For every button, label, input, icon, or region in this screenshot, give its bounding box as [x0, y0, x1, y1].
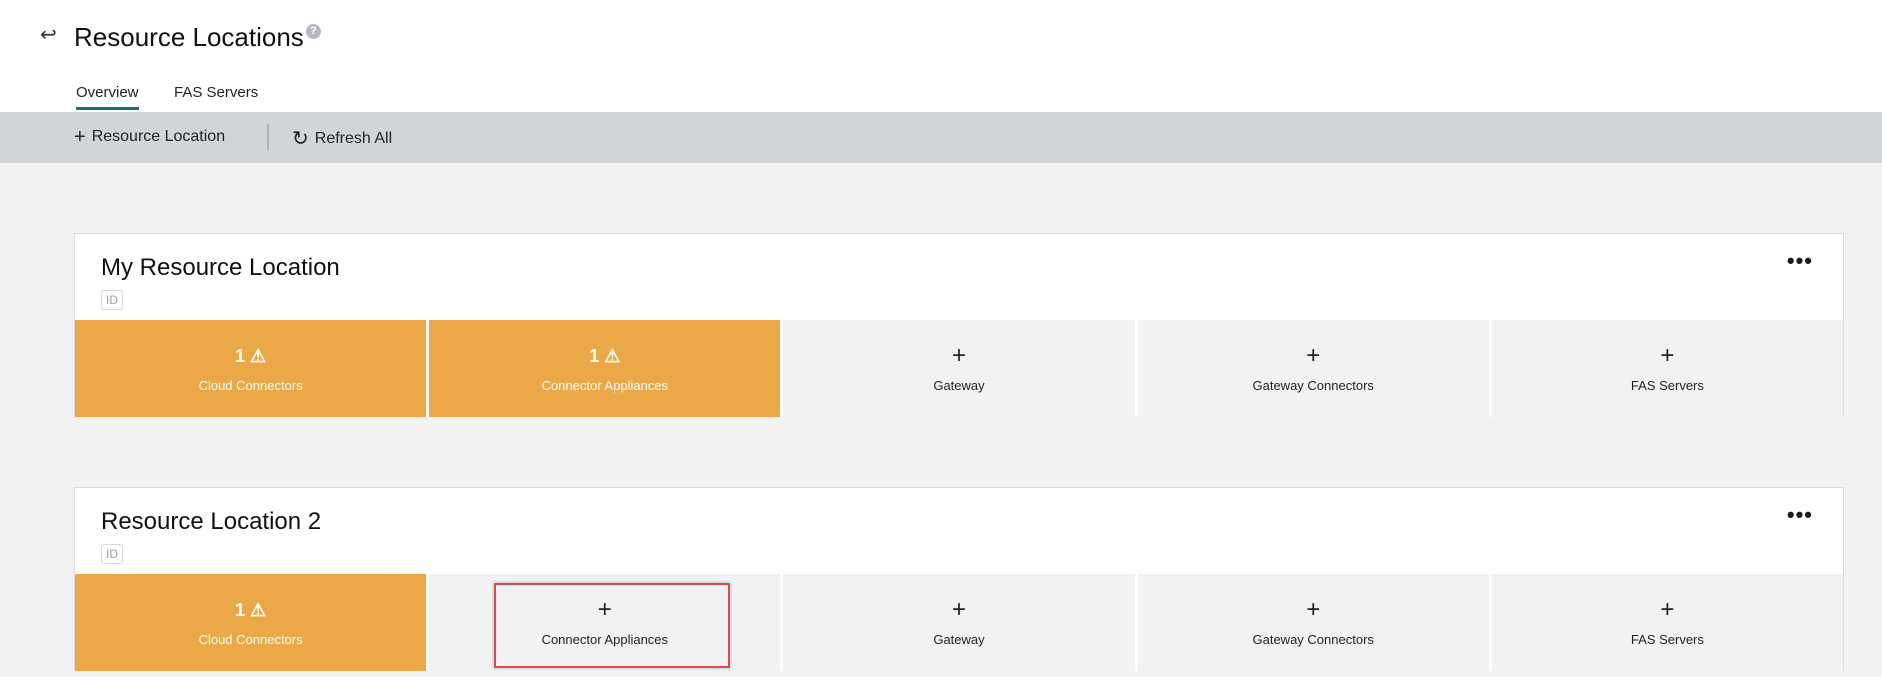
tile-cloud-connectors[interactable]: 1 ⚠ Cloud Connectors [75, 320, 427, 417]
tile-gateway[interactable]: + Gateway [783, 320, 1135, 417]
highlight-box [494, 583, 730, 668]
toolbar-divider [267, 124, 269, 150]
resource-location-card: Resource Location 2 ID ••• 1 ⚠ Cloud Conn… [74, 487, 1844, 671]
tiles: 1 ⚠ Cloud Connectors + Connector Appliance… [75, 574, 1844, 671]
tile-label: Gateway Connectors [1252, 378, 1374, 393]
tile-label: Gateway Connectors [1252, 632, 1374, 647]
tile-gateway-connectors[interactable]: + Gateway Connectors [1137, 574, 1489, 671]
plus-icon: + [952, 596, 967, 623]
tile-count: 1 ⚠ [235, 600, 267, 620]
location-name: My Resource Location [101, 254, 340, 281]
tile-fas-servers[interactable]: + FAS Servers [1491, 320, 1844, 417]
tile-count: 1 ⚠ [235, 346, 267, 366]
add-label: Resource Location [91, 128, 226, 145]
tile-count: 1 ⚠ [589, 346, 621, 366]
tile-label: FAS Servers [1630, 632, 1704, 647]
tile-label: Gateway [933, 378, 985, 393]
refresh-label: Refresh All [314, 130, 393, 147]
tile-label: Connector Appliances [541, 378, 669, 393]
plus-icon: + [1660, 596, 1675, 623]
plus-icon: + [1660, 342, 1675, 369]
page-title: Resource Locations? [74, 22, 321, 53]
location-name: Resource Location 2 [101, 508, 322, 535]
page-header: ↩ Resource Locations? Overview FAS Serve… [0, 0, 1882, 112]
more-options-icon[interactable]: ••• [1787, 248, 1813, 274]
add-resource-location-button[interactable]: + Resource Location [74, 126, 225, 149]
back-arrow-icon[interactable]: ↩ [40, 22, 57, 47]
tile-label: Cloud Connectors [198, 632, 303, 647]
tile-gateway[interactable]: + Gateway [783, 574, 1135, 671]
tile-fas-servers[interactable]: + FAS Servers [1491, 574, 1844, 671]
plus-icon: + [74, 126, 86, 148]
toolbar: + Resource Location ↻ Refresh All [0, 112, 1882, 163]
tile-cloud-connectors[interactable]: 1 ⚠ Cloud Connectors [75, 574, 427, 671]
plus-icon: + [1306, 342, 1321, 369]
tile-gateway-connectors[interactable]: + Gateway Connectors [1137, 320, 1489, 417]
tile-label: Cloud Connectors [198, 378, 303, 393]
plus-icon: + [1306, 596, 1321, 623]
tab-overview[interactable]: Overview [76, 84, 139, 110]
tile-label: FAS Servers [1630, 378, 1704, 393]
id-badge[interactable]: ID [101, 290, 123, 310]
id-badge[interactable]: ID [101, 544, 123, 564]
tile-label: Gateway [933, 632, 985, 647]
plus-icon: + [952, 342, 967, 369]
tile-connector-appliances[interactable]: 1 ⚠ Connector Appliances [429, 320, 781, 417]
resource-location-card: My Resource Location ID ••• 1 ⚠ Cloud Con… [74, 233, 1844, 417]
refresh-all-button[interactable]: ↻ Refresh All [292, 126, 392, 151]
tiles: 1 ⚠ Cloud Connectors 1 ⚠ Connector Applian… [75, 320, 1844, 417]
more-options-icon[interactable]: ••• [1787, 502, 1813, 528]
help-icon[interactable]: ? [305, 24, 321, 39]
page-title-text: Resource Locations [74, 22, 304, 52]
tab-fas-servers[interactable]: FAS Servers [174, 84, 258, 107]
refresh-icon: ↻ [292, 128, 309, 150]
